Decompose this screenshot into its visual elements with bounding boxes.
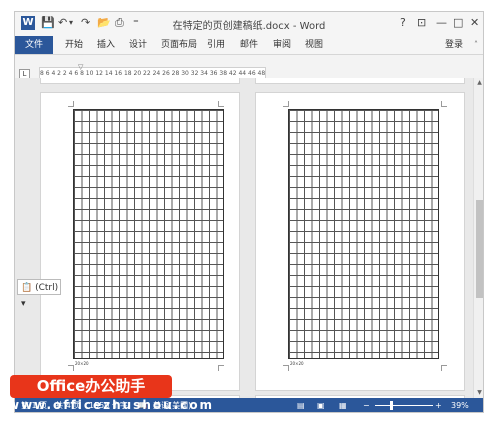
tab-view[interactable]: 视图 [305,36,323,54]
vertical-scrollbar[interactable]: ▲ ▼ [473,78,483,398]
zoom-out-icon[interactable]: − [363,398,370,412]
chevron-down-icon: ▾ [21,299,26,309]
maximize-button[interactable]: □ [453,16,463,30]
ribbon-tabs: 文件 开始 插入 设计 页面布局 引用 邮件 审阅 视图 登录 ˄ [15,36,483,55]
page-right[interactable]: 20×20 [255,92,465,391]
paste-options-label: (Ctrl) [35,283,59,293]
ruler-numbers: 8 6 4 2 2 4 6 8 10 12 14 16 18 20 22 24 … [40,70,266,77]
crop-mark [68,101,74,107]
word-window: W 💾 ↶ ▾ ↷ 📂 ⎙ ⁼ 在特定的页创建稿纸.docx - Word ? … [14,11,484,413]
tab-mailings[interactable]: 邮件 [240,36,258,54]
scroll-up-icon[interactable]: ▲ [474,78,483,88]
manuscript-grid [73,109,224,359]
tab-review[interactable]: 审阅 [273,36,291,54]
grid-footer-note: 20×20 [290,361,304,366]
tab-insert[interactable]: 插入 [97,36,115,54]
web-layout-icon[interactable]: ▦ [339,398,347,412]
zoom-level[interactable]: 39% [451,398,469,412]
crop-mark [283,101,289,107]
watermark-url: www.officezhushou.com [8,398,215,412]
manuscript-grid [288,109,439,359]
scrollbar-thumb[interactable] [476,200,483,298]
watermark-badge: Office办公助手 [10,375,172,398]
page-left[interactable]: 20×20 [40,92,240,391]
close-button[interactable]: ✕ [470,16,479,30]
scroll-down-icon[interactable]: ▼ [474,388,483,398]
crop-mark [68,365,74,371]
tab-home[interactable]: 开始 [65,36,83,54]
paste-options-button[interactable]: 📋 (Ctrl) ▾ [17,279,61,309]
tab-page-layout[interactable]: 页面布局 [161,36,197,54]
crop-mark [218,365,224,371]
previous-page-right [255,78,465,84]
print-layout-icon[interactable]: ▣ [317,398,325,412]
crop-mark [441,365,447,371]
login-link[interactable]: 登录 [445,36,463,54]
zoom-slider[interactable] [375,405,433,406]
tab-references[interactable]: 引用 [207,36,225,54]
tab-design[interactable]: 设计 [129,36,147,54]
title-bar: W 💾 ↶ ▾ ↷ 📂 ⎙ ⁼ 在特定的页创建稿纸.docx - Word ? … [15,12,483,36]
help-icon[interactable]: ? [400,16,406,30]
window-title: 在特定的页创建稿纸.docx - Word [172,21,326,32]
grid-footer-note: 20×20 [75,361,89,366]
ribbon-display-icon[interactable]: ⊡ [417,16,426,30]
collapse-ribbon-icon[interactable]: ˄ [474,40,478,49]
indent-marker-icon[interactable]: ▽ [78,63,83,71]
document-area[interactable]: 20×20 20×20 📋 (Ctrl) ▾ [15,78,473,398]
crop-mark [218,101,224,107]
zoom-in-icon[interactable]: + [435,398,442,412]
crop-mark [441,101,447,107]
crop-mark [283,365,289,371]
tab-file[interactable]: 文件 [15,36,53,54]
clipboard-icon: 📋 [21,283,33,293]
zoom-slider-thumb[interactable] [390,401,393,410]
previous-page-left [40,78,240,84]
minimize-button[interactable]: — [436,16,447,30]
read-mode-icon[interactable]: ▤ [297,398,305,412]
